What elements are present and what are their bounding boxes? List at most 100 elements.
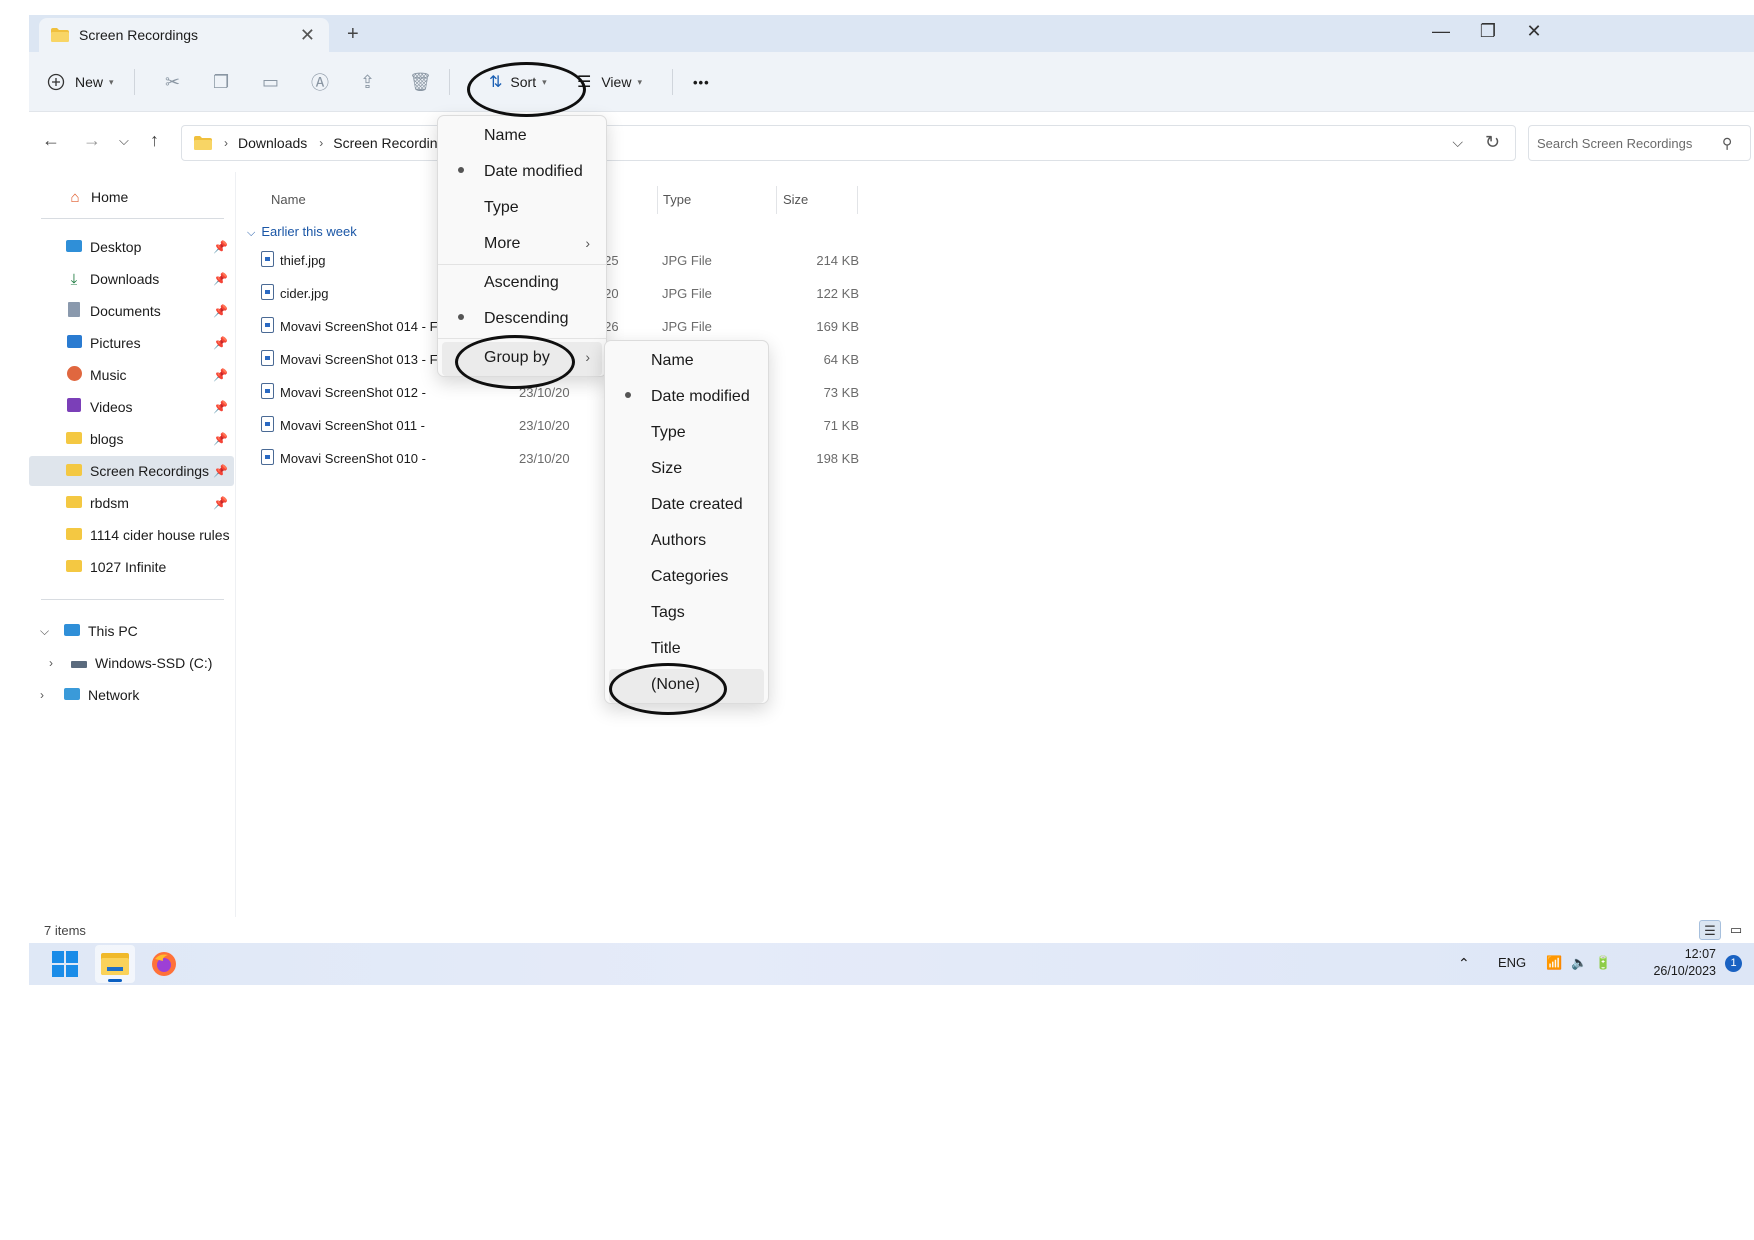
group-menu-item-name[interactable]: Name bbox=[605, 345, 768, 379]
sidebar-item-label: Downloads bbox=[90, 271, 160, 287]
sidebar-item-blogs[interactable]: blogs 📌 bbox=[29, 424, 234, 454]
chevron-up-icon[interactable]: ⌃ bbox=[1458, 955, 1470, 972]
notification-badge[interactable]: 1 bbox=[1725, 955, 1742, 972]
clock-time: 12:07 bbox=[1684, 947, 1716, 961]
minimize-button[interactable]: — bbox=[1426, 21, 1456, 42]
sidebar-item-network[interactable]: Network bbox=[29, 680, 234, 710]
sidebar-item-infinite[interactable]: 1027 Infinite bbox=[29, 552, 234, 582]
back-arrow-icon[interactable]: ← bbox=[42, 130, 60, 151]
group-menu-item-categories[interactable]: Categories bbox=[605, 561, 768, 595]
wifi-icon[interactable]: 📶 bbox=[1546, 955, 1562, 971]
group-menu-item-size[interactable]: Size bbox=[605, 453, 768, 487]
sort-button[interactable]: ⇅ Sort ▾ bbox=[489, 52, 547, 112]
language-indicator[interactable]: ENG bbox=[1498, 955, 1526, 970]
see-more-button[interactable]: ••• bbox=[693, 52, 710, 112]
column-header-size[interactable]: Size bbox=[783, 192, 808, 207]
pin-icon[interactable]: 📌 bbox=[213, 336, 228, 350]
pin-icon[interactable]: 📌 bbox=[213, 400, 228, 414]
up-arrow-icon[interactable]: ↑ bbox=[150, 130, 159, 151]
battery-icon[interactable]: 🔋 bbox=[1595, 955, 1611, 971]
menu-item-label: Type bbox=[484, 199, 519, 216]
pin-icon[interactable]: 📌 bbox=[213, 464, 228, 478]
group-menu-item-date-created[interactable]: Date created bbox=[605, 489, 768, 523]
chevron-down-icon: ▾ bbox=[109, 76, 114, 87]
sort-menu-item-descending[interactable]: Descending bbox=[438, 303, 606, 337]
group-menu-item-tags[interactable]: Tags bbox=[605, 597, 768, 631]
menu-item-label: Tags bbox=[651, 604, 685, 621]
computer-icon bbox=[62, 623, 82, 640]
recent-chevron-icon[interactable]: ⌵ bbox=[119, 133, 129, 149]
start-button[interactable] bbox=[45, 945, 85, 983]
paste-button[interactable]: ▭ bbox=[262, 52, 279, 112]
navigation-pane: ⌂ Home Desktop 📌 ⤓ Downloads 📌 Documents… bbox=[29, 172, 236, 917]
taskbar-firefox[interactable] bbox=[144, 945, 184, 983]
sidebar-item-downloads[interactable]: ⤓ Downloads 📌 bbox=[29, 264, 234, 294]
group-header[interactable]: ⌵ Earlier this week bbox=[247, 224, 357, 240]
clock[interactable]: 12:07 26/10/2023 bbox=[1653, 946, 1716, 980]
sidebar-item-videos[interactable]: Videos 📌 bbox=[29, 392, 234, 422]
column-header-name[interactable]: Name bbox=[271, 192, 306, 207]
search-box[interactable]: ⚲ bbox=[1528, 125, 1751, 161]
volume-icon[interactable]: 🔈 bbox=[1571, 955, 1587, 971]
sidebar-item-this-pc[interactable]: This PC bbox=[29, 616, 234, 646]
group-menu-item-authors[interactable]: Authors bbox=[605, 525, 768, 559]
restore-button[interactable]: ❐ bbox=[1473, 21, 1503, 42]
sort-menu-item-group-by[interactable]: Group by › bbox=[442, 342, 602, 376]
details-view-icon[interactable]: ☰ bbox=[1699, 920, 1721, 940]
taskbar-file-explorer[interactable] bbox=[95, 945, 135, 983]
share-button[interactable]: ⇪ bbox=[360, 52, 375, 112]
large-icons-view-icon[interactable]: ▭ bbox=[1725, 920, 1747, 940]
delete-button[interactable]: 🗑 bbox=[409, 52, 432, 112]
new-tab-button[interactable]: + bbox=[347, 23, 359, 46]
sort-menu-item-name[interactable]: Name bbox=[438, 120, 606, 154]
sort-label: Sort bbox=[510, 74, 537, 90]
pin-icon[interactable]: 📌 bbox=[213, 304, 228, 318]
copy-button[interactable]: ❐ bbox=[213, 52, 229, 112]
image-file-icon bbox=[261, 317, 274, 333]
sidebar-item-desktop[interactable]: Desktop 📌 bbox=[29, 232, 234, 262]
search-input[interactable] bbox=[1537, 135, 1722, 151]
column-header-type[interactable]: Type bbox=[663, 192, 691, 207]
sidebar-item-documents[interactable]: Documents 📌 bbox=[29, 296, 234, 326]
sidebar-item-home[interactable]: ⌂ Home bbox=[29, 182, 234, 212]
sidebar-item-music[interactable]: Music 📌 bbox=[29, 360, 234, 390]
breadcrumb-screen-recordings[interactable]: Screen Recordings bbox=[333, 135, 452, 151]
address-bar[interactable]: › Downloads › Screen Recordings ⌵ ↻ bbox=[181, 125, 1516, 161]
sort-menu-item-date-modified[interactable]: Date modified bbox=[438, 156, 606, 190]
column-divider[interactable] bbox=[857, 186, 858, 214]
breadcrumb-downloads[interactable]: Downloads bbox=[238, 135, 307, 151]
forward-arrow-icon[interactable]: → bbox=[83, 130, 101, 151]
tab-screen-recordings[interactable]: Screen Recordings ✕ bbox=[39, 18, 329, 52]
close-window-button[interactable]: ✕ bbox=[1519, 21, 1549, 42]
pin-icon[interactable]: 📌 bbox=[213, 432, 228, 446]
sort-menu-item-ascending[interactable]: Ascending bbox=[438, 267, 606, 301]
sidebar-item-screen-recordings[interactable]: Screen Recordings 📌 bbox=[29, 456, 234, 486]
group-menu-item-none[interactable]: (None) bbox=[609, 669, 764, 703]
chevron-down-icon[interactable]: ⌵ bbox=[1452, 134, 1463, 151]
clock-date: 26/10/2023 bbox=[1653, 964, 1716, 978]
refresh-icon[interactable]: ↻ bbox=[1485, 132, 1500, 153]
pin-icon[interactable]: 📌 bbox=[213, 272, 228, 286]
view-button[interactable]: ☰ View ▾ bbox=[577, 52, 642, 112]
rename-button[interactable]: Ⓐ bbox=[311, 52, 329, 112]
pin-icon[interactable]: 📌 bbox=[213, 496, 228, 510]
pin-icon[interactable]: 📌 bbox=[213, 368, 228, 382]
chevron-down-icon: ▾ bbox=[542, 76, 547, 87]
group-menu-item-type[interactable]: Type bbox=[605, 417, 768, 451]
sidebar-item-rbdsm[interactable]: rbdsm 📌 bbox=[29, 488, 234, 518]
cut-button[interactable]: ✂ bbox=[165, 52, 180, 112]
search-icon[interactable]: ⚲ bbox=[1722, 135, 1732, 152]
close-tab-icon[interactable]: ✕ bbox=[300, 25, 315, 46]
column-divider[interactable] bbox=[657, 186, 658, 214]
group-menu-item-date-modified[interactable]: Date modified bbox=[605, 381, 768, 415]
sidebar-item-pictures[interactable]: Pictures 📌 bbox=[29, 328, 234, 358]
pin-icon[interactable]: 📌 bbox=[213, 240, 228, 254]
sort-menu-item-type[interactable]: Type bbox=[438, 192, 606, 226]
sidebar-item-cider-house-rules[interactable]: 1114 cider house rules bbox=[29, 520, 234, 550]
column-divider[interactable] bbox=[776, 186, 777, 214]
new-button[interactable]: New ▾ bbox=[47, 52, 114, 112]
group-menu-item-title[interactable]: Title bbox=[605, 633, 768, 667]
sort-menu-item-more[interactable]: More › bbox=[438, 228, 606, 262]
sidebar-item-windows-ssd[interactable]: Windows-SSD (C:) bbox=[29, 648, 234, 678]
checked-bullet-icon bbox=[458, 167, 464, 173]
